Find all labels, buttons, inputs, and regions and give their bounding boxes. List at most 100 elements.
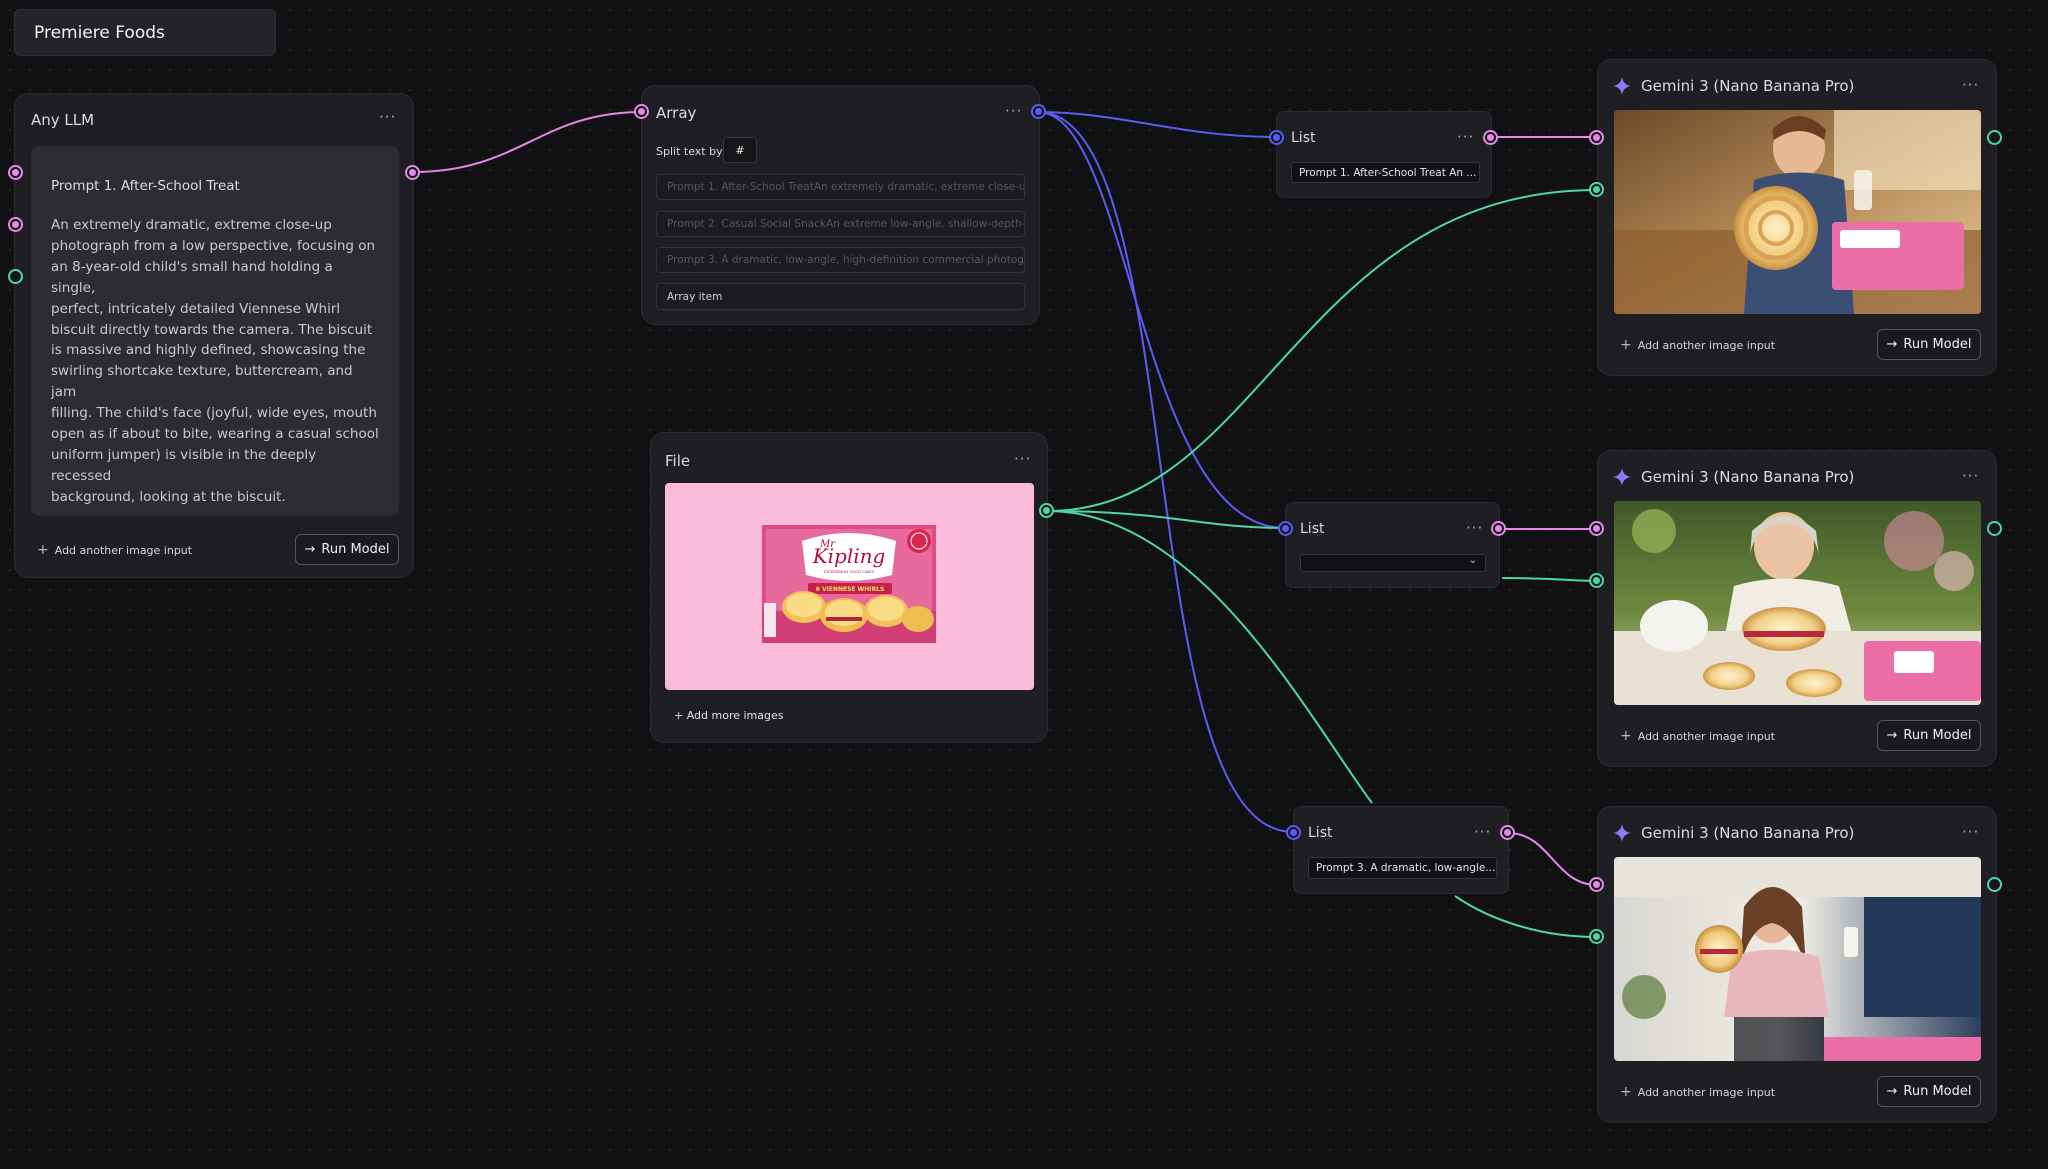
list-title: List xyxy=(1300,521,1325,537)
gemini-1-run-model-button[interactable]: → Run Model xyxy=(1877,329,1981,360)
add-input-label: Add another image input xyxy=(54,543,193,557)
list-node-2[interactable]: List ··· ⌄ xyxy=(1285,502,1500,588)
array-item-text: Prompt 2. Casual Social SnackAn extreme … xyxy=(667,218,1025,230)
llm-node-title: Any LLM xyxy=(31,111,95,129)
array-output-port[interactable] xyxy=(1031,104,1046,119)
list-2-select[interactable]: ⌄ xyxy=(1300,554,1486,572)
product-box-image: Kipling Mr EXCEEDINGLY GOOD CAKES 6 VIEN… xyxy=(762,525,936,643)
generated-image-1 xyxy=(1614,110,1981,314)
wire-list-3-to-gemini-3 xyxy=(1454,895,1598,938)
more-horizontal-icon[interactable]: ··· xyxy=(1962,467,1979,485)
gemini-node-1[interactable]: Gemini 3 (Nano Banana Pro) ··· + Add ano… xyxy=(1597,59,1997,376)
gemini-2-add-image-input[interactable]: + Add another image input xyxy=(1620,728,1775,744)
gemini-1-output-port[interactable] xyxy=(1987,130,2002,145)
prompt-line xyxy=(51,508,379,516)
llm-input-port-2[interactable] xyxy=(8,217,23,232)
prompt-line: biscuit directly towards the camera. The… xyxy=(51,321,373,338)
list-1-value[interactable]: Prompt 1. After-School Treat An ... xyxy=(1291,162,1480,183)
gemini-2-image-port[interactable] xyxy=(1589,573,1604,588)
workspace-title: Premiere Foods xyxy=(34,22,165,43)
list-2-output-port[interactable] xyxy=(1491,521,1506,536)
gemini-title: Gemini 3 (Nano Banana Pro) xyxy=(1641,468,1855,486)
split-input[interactable]: # xyxy=(723,137,757,163)
list-value-text xyxy=(1301,562,1307,573)
file-node[interactable]: File ··· Kipling Mr EXCEEDINGLY GOOD CAK… xyxy=(650,432,1048,743)
array-node[interactable]: Array ··· Split text by: # Prompt 1. Aft… xyxy=(641,85,1040,325)
list-value-text: Prompt 1. After-School Treat An ... xyxy=(1299,166,1477,179)
prompt-line: filling. The child's face (joyful, wide … xyxy=(51,405,377,422)
prompt-text-area[interactable]: Prompt 1. After-School Treat An extremel… xyxy=(31,146,399,516)
gemini-3-run-model-button[interactable]: → Run Model xyxy=(1877,1076,1981,1107)
gemini-2-output-port[interactable] xyxy=(1987,521,2002,536)
list-title: List xyxy=(1308,825,1333,841)
gemini-1-image-port[interactable] xyxy=(1589,182,1604,197)
more-horizontal-icon[interactable]: ··· xyxy=(379,108,396,126)
run-label: Run Model xyxy=(1903,337,1972,352)
array-item-1[interactable]: Prompt 1. After-School TreatAn extremely… xyxy=(656,174,1025,200)
llm-input-port-1[interactable] xyxy=(8,165,23,180)
plus-icon: + xyxy=(1620,728,1632,744)
gemini-1-add-image-input[interactable]: + Add another image input xyxy=(1620,337,1775,353)
gemini-sparkle-icon xyxy=(1613,77,1631,95)
array-item-new[interactable]: Array item xyxy=(656,283,1025,310)
list-2-input-port[interactable] xyxy=(1278,521,1293,536)
list-1-output-port[interactable] xyxy=(1483,130,1498,145)
workspace-title-box[interactable]: Premiere Foods xyxy=(14,9,276,56)
llm-run-model-button[interactable]: → Run Model xyxy=(295,534,399,565)
list-title: List xyxy=(1291,130,1316,146)
chevron-down-icon: ⌄ xyxy=(1468,555,1477,566)
gemini-title: Gemini 3 (Nano Banana Pro) xyxy=(1641,824,1855,842)
list-node-3[interactable]: List ··· Prompt 3. A dramatic, low-angle… xyxy=(1293,806,1509,894)
list-3-output-port[interactable] xyxy=(1500,825,1515,840)
add-more-images-link[interactable]: + Add more images xyxy=(674,709,784,722)
wire-array-to-list-3 xyxy=(1037,111,1294,833)
generated-image-2 xyxy=(1614,501,1981,705)
array-input-port[interactable] xyxy=(634,104,649,119)
prompt-line: is massive and highly defined, showcasin… xyxy=(51,342,366,359)
gemini-3-add-image-input[interactable]: + Add another image input xyxy=(1620,1084,1775,1100)
list-3-input-port[interactable] xyxy=(1286,825,1301,840)
run-label: Run Model xyxy=(1903,1084,1972,1099)
more-horizontal-icon[interactable]: ··· xyxy=(1466,519,1483,537)
llm-add-image-input[interactable]: + Add another image input xyxy=(37,542,192,558)
llm-input-port-3[interactable] xyxy=(8,269,23,284)
gemini-3-image-port[interactable] xyxy=(1589,929,1604,944)
plus-icon: + xyxy=(1620,337,1632,353)
gemini-2-run-model-button[interactable]: → Run Model xyxy=(1877,720,1981,751)
list-3-value[interactable]: Prompt 3. A dramatic, low-angle... xyxy=(1308,857,1497,879)
gemini-node-2[interactable]: Gemini 3 (Nano Banana Pro) ··· + Add ano… xyxy=(1597,450,1997,767)
generated-image-3 xyxy=(1614,857,1981,1061)
split-label: Split text by: xyxy=(656,145,726,158)
more-horizontal-icon[interactable]: ··· xyxy=(1005,102,1022,120)
llm-node[interactable]: Any LLM ··· Prompt 1. After-School Treat… xyxy=(14,93,414,578)
more-horizontal-icon[interactable]: ··· xyxy=(1962,823,1979,841)
gemini-1-prompt-port[interactable] xyxy=(1589,130,1604,145)
add-input-label: Add another image input xyxy=(1637,1085,1776,1099)
list-node-1[interactable]: List ··· Prompt 1. After-School Treat An… xyxy=(1276,111,1492,198)
wire-list-3-to-gemini-3-prompt xyxy=(1507,832,1598,886)
split-value: # xyxy=(735,143,745,157)
more-horizontal-icon[interactable]: ··· xyxy=(1474,823,1491,841)
more-horizontal-icon[interactable]: ··· xyxy=(1457,128,1474,146)
file-image-preview: Kipling Mr EXCEEDINGLY GOOD CAKES 6 VIEN… xyxy=(665,483,1034,690)
wire-llm-to-array xyxy=(412,111,643,173)
wire-array-to-list-2 xyxy=(1037,111,1286,529)
gemini-title: Gemini 3 (Nano Banana Pro) xyxy=(1641,77,1855,95)
array-item-2[interactable]: Prompt 2. Casual Social SnackAn extreme … xyxy=(656,211,1025,237)
array-item-3[interactable]: Prompt 3. A dramatic, low-angle, high-de… xyxy=(656,247,1025,273)
gemini-node-3[interactable]: Gemini 3 (Nano Banana Pro) ··· + Add ano… xyxy=(1597,806,1997,1123)
wire-file-to-gemini-1 xyxy=(1047,189,1598,512)
more-horizontal-icon[interactable]: ··· xyxy=(1962,76,1979,94)
file-output-port[interactable] xyxy=(1039,503,1054,518)
wire-list-2-to-gemini-2 xyxy=(1501,577,1598,582)
gemini-2-prompt-port[interactable] xyxy=(1589,521,1604,536)
svg-text:Mr: Mr xyxy=(819,539,836,550)
more-horizontal-icon[interactable]: ··· xyxy=(1014,450,1031,468)
arrow-right-icon: → xyxy=(1886,728,1898,743)
llm-output-port[interactable] xyxy=(405,165,420,180)
gemini-3-output-port[interactable] xyxy=(1987,877,2002,892)
array-item-placeholder: Array item xyxy=(667,290,723,303)
gemini-sparkle-icon xyxy=(1613,468,1631,486)
gemini-3-prompt-port[interactable] xyxy=(1589,877,1604,892)
list-1-input-port[interactable] xyxy=(1269,130,1284,145)
